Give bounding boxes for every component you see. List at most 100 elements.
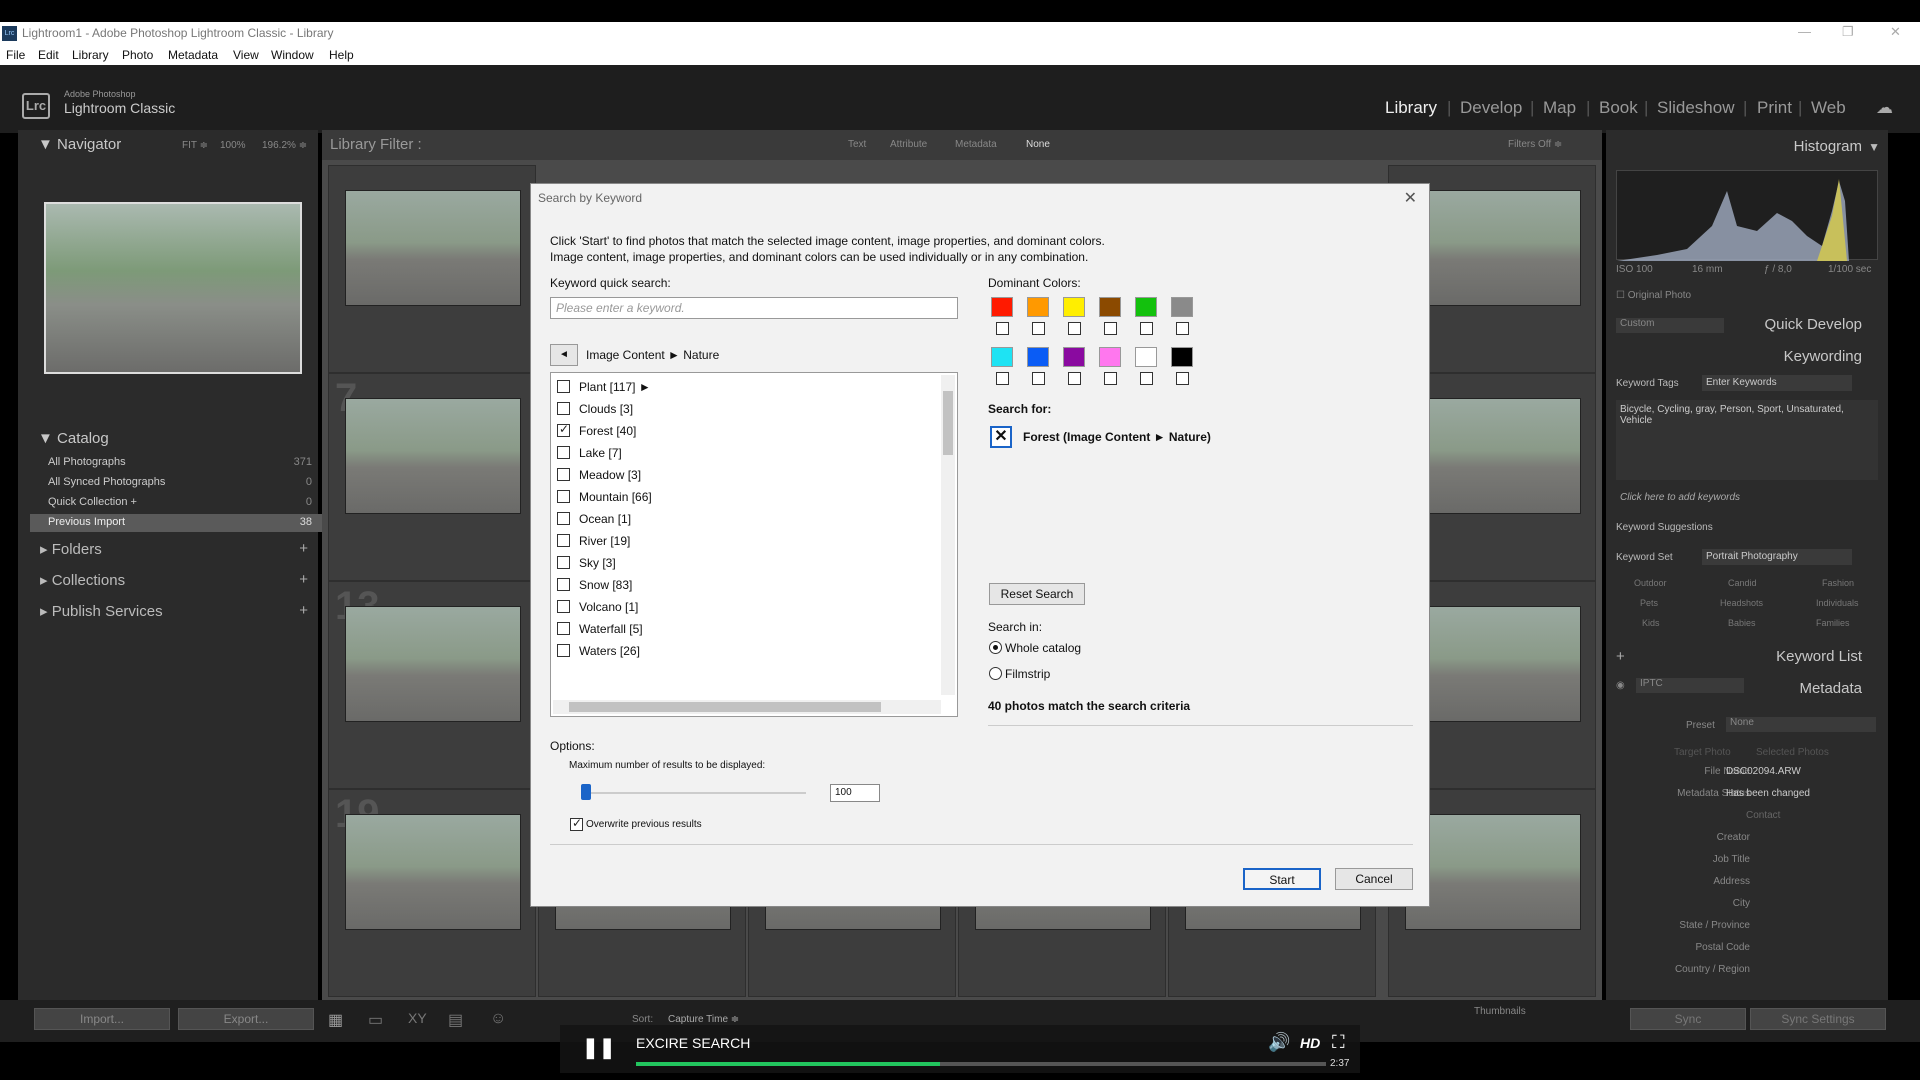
grid-view-icon[interactable]: ▦ [328, 1010, 343, 1030]
metadata-header[interactable]: Metadata [1799, 680, 1862, 697]
keyword-set-item[interactable]: Fashion [1822, 578, 1854, 588]
sync-settings-button[interactable]: Sync Settings [1750, 1008, 1886, 1030]
color-checkbox[interactable] [1104, 372, 1117, 385]
filters-off[interactable]: Filters Off ≑ [1508, 139, 1562, 150]
module-library[interactable]: Library [1385, 98, 1437, 118]
target-photo-tab[interactable]: Target Photo [1674, 747, 1731, 758]
overwrite-checkbox[interactable] [570, 816, 583, 831]
original-photo-checkbox[interactable]: ☐ Original Photo [1616, 290, 1691, 301]
color-swatch[interactable] [1063, 347, 1085, 367]
color-checkbox[interactable] [1032, 322, 1045, 335]
import-button[interactable]: Import... [34, 1008, 170, 1030]
navigator-header[interactable]: ▼ Navigator [38, 136, 121, 153]
color-checkbox[interactable] [1140, 372, 1153, 385]
color-swatch[interactable] [1027, 297, 1049, 317]
color-swatch[interactable] [1171, 347, 1193, 367]
keyword-checkbox[interactable] [557, 622, 570, 635]
keyword-set-item[interactable]: Outdoor [1634, 578, 1667, 588]
quick-develop-header[interactable]: Quick Develop [1764, 316, 1862, 333]
menu-file[interactable]: File [6, 48, 25, 62]
navigator-preview[interactable] [44, 202, 302, 374]
export-button[interactable]: Export... [178, 1008, 314, 1030]
file-name-value[interactable]: DSC02094.ARW [1726, 766, 1801, 777]
color-checkbox[interactable] [1176, 372, 1189, 385]
video-progress-track[interactable] [636, 1062, 1326, 1066]
max-results-input[interactable]: 100 [830, 784, 880, 802]
menu-photo[interactable]: Photo [122, 48, 153, 62]
module-web[interactable]: Web [1811, 98, 1846, 118]
minimize-icon[interactable]: — [1798, 24, 1811, 39]
keyword-suggestions-header[interactable]: Keyword Suggestions [1616, 522, 1713, 533]
folders-header[interactable]: ▸ Folders [40, 540, 102, 558]
keyword-set-select[interactable]: Portrait Photography [1702, 549, 1852, 565]
menu-library[interactable]: Library [72, 48, 109, 62]
keywords-textarea[interactable]: Bicycle, Cycling, gray, Person, Sport, U… [1616, 400, 1878, 480]
color-swatch[interactable] [1099, 297, 1121, 317]
color-checkbox[interactable] [1140, 322, 1153, 335]
keyword-set-item[interactable]: Babies [1728, 618, 1756, 628]
publish-add-icon[interactable]: + [299, 602, 308, 619]
module-book[interactable]: Book [1599, 98, 1638, 118]
color-checkbox[interactable] [1176, 322, 1189, 335]
photo-thumbnail[interactable] [345, 814, 521, 930]
zoom-fit[interactable]: FIT ≑ [182, 140, 208, 151]
module-develop[interactable]: Develop [1460, 98, 1522, 118]
metadata-preset-select[interactable]: None [1726, 717, 1876, 732]
color-swatch[interactable] [1027, 347, 1049, 367]
keyword-search-input[interactable]: Please enter a keyword. [550, 297, 958, 319]
menu-metadata[interactable]: Metadata [168, 48, 218, 62]
grid-cell[interactable]: 13 [328, 581, 536, 789]
fullscreen-icon[interactable]: ⛶ [1332, 1032, 1345, 1053]
list-vscrollbar[interactable] [941, 375, 955, 695]
keyword-checkbox[interactable] [557, 402, 570, 415]
remove-search-item-icon[interactable]: ✕ [990, 426, 1012, 448]
compare-view-icon[interactable]: XY [408, 1010, 427, 1026]
photo-thumbnail[interactable] [345, 606, 521, 722]
color-swatch[interactable] [1099, 347, 1121, 367]
photo-thumbnail[interactable] [1405, 606, 1581, 722]
keyword-list-header[interactable]: Keyword List [1776, 648, 1862, 665]
enter-keywords-select[interactable]: Enter Keywords [1702, 375, 1852, 391]
keyword-checkbox[interactable] [557, 600, 570, 613]
keyword-checkbox[interactable] [557, 468, 570, 481]
zoom-100[interactable]: 100% [220, 140, 246, 151]
pause-icon[interactable]: ❚❚ [582, 1035, 616, 1060]
cancel-button[interactable]: Cancel [1335, 868, 1413, 890]
filter-text[interactable]: Text [848, 139, 866, 150]
photo-thumbnail[interactable] [1405, 190, 1581, 306]
close-icon[interactable]: ✕ [1890, 24, 1901, 40]
keyword-set-item[interactable]: Families [1816, 618, 1850, 628]
folders-add-icon[interactable]: + [299, 540, 308, 557]
list-hscrollbar[interactable] [553, 700, 941, 714]
histogram-header[interactable]: Histogram [1794, 138, 1862, 155]
grid-cell[interactable]: 19 [328, 789, 536, 997]
keyword-set-item[interactable]: Kids [1642, 618, 1660, 628]
color-checkbox[interactable] [1104, 322, 1117, 335]
reset-search-button[interactable]: Reset Search [989, 583, 1085, 605]
module-slideshow[interactable]: Slideshow [1657, 98, 1735, 118]
keyword-set-item[interactable]: Candid [1728, 578, 1757, 588]
collections-header[interactable]: ▸ Collections [40, 571, 125, 589]
catalog-header[interactable]: ▼ Catalog [38, 430, 109, 447]
color-swatch[interactable] [1171, 297, 1193, 317]
sort-select[interactable]: Capture Time ≑ [668, 1014, 739, 1025]
photo-thumbnail[interactable] [345, 190, 521, 306]
keyword-checkbox[interactable] [557, 422, 570, 437]
zoom-custom[interactable]: 196.2% ≑ [262, 140, 307, 151]
eye-icon[interactable]: ◉ [1616, 680, 1625, 691]
collapse-icon[interactable]: ▼ [1868, 140, 1880, 154]
keyword-checkbox[interactable] [557, 578, 570, 591]
keyword-checkbox[interactable] [557, 380, 570, 393]
color-swatch[interactable] [1063, 297, 1085, 317]
menu-window[interactable]: Window [271, 48, 314, 62]
color-swatch[interactable] [1135, 347, 1157, 367]
filter-metadata[interactable]: Metadata [955, 139, 997, 150]
selected-photos-tab[interactable]: Selected Photos [1756, 747, 1829, 758]
color-swatch[interactable] [991, 297, 1013, 317]
keyword-checkbox[interactable] [557, 512, 570, 525]
menu-edit[interactable]: Edit [38, 48, 59, 62]
publish-services-header[interactable]: ▸ Publish Services [40, 602, 163, 620]
volume-icon[interactable]: 🔊 [1268, 1032, 1290, 1053]
color-checkbox[interactable] [1068, 322, 1081, 335]
max-results-slider[interactable] [581, 792, 806, 794]
